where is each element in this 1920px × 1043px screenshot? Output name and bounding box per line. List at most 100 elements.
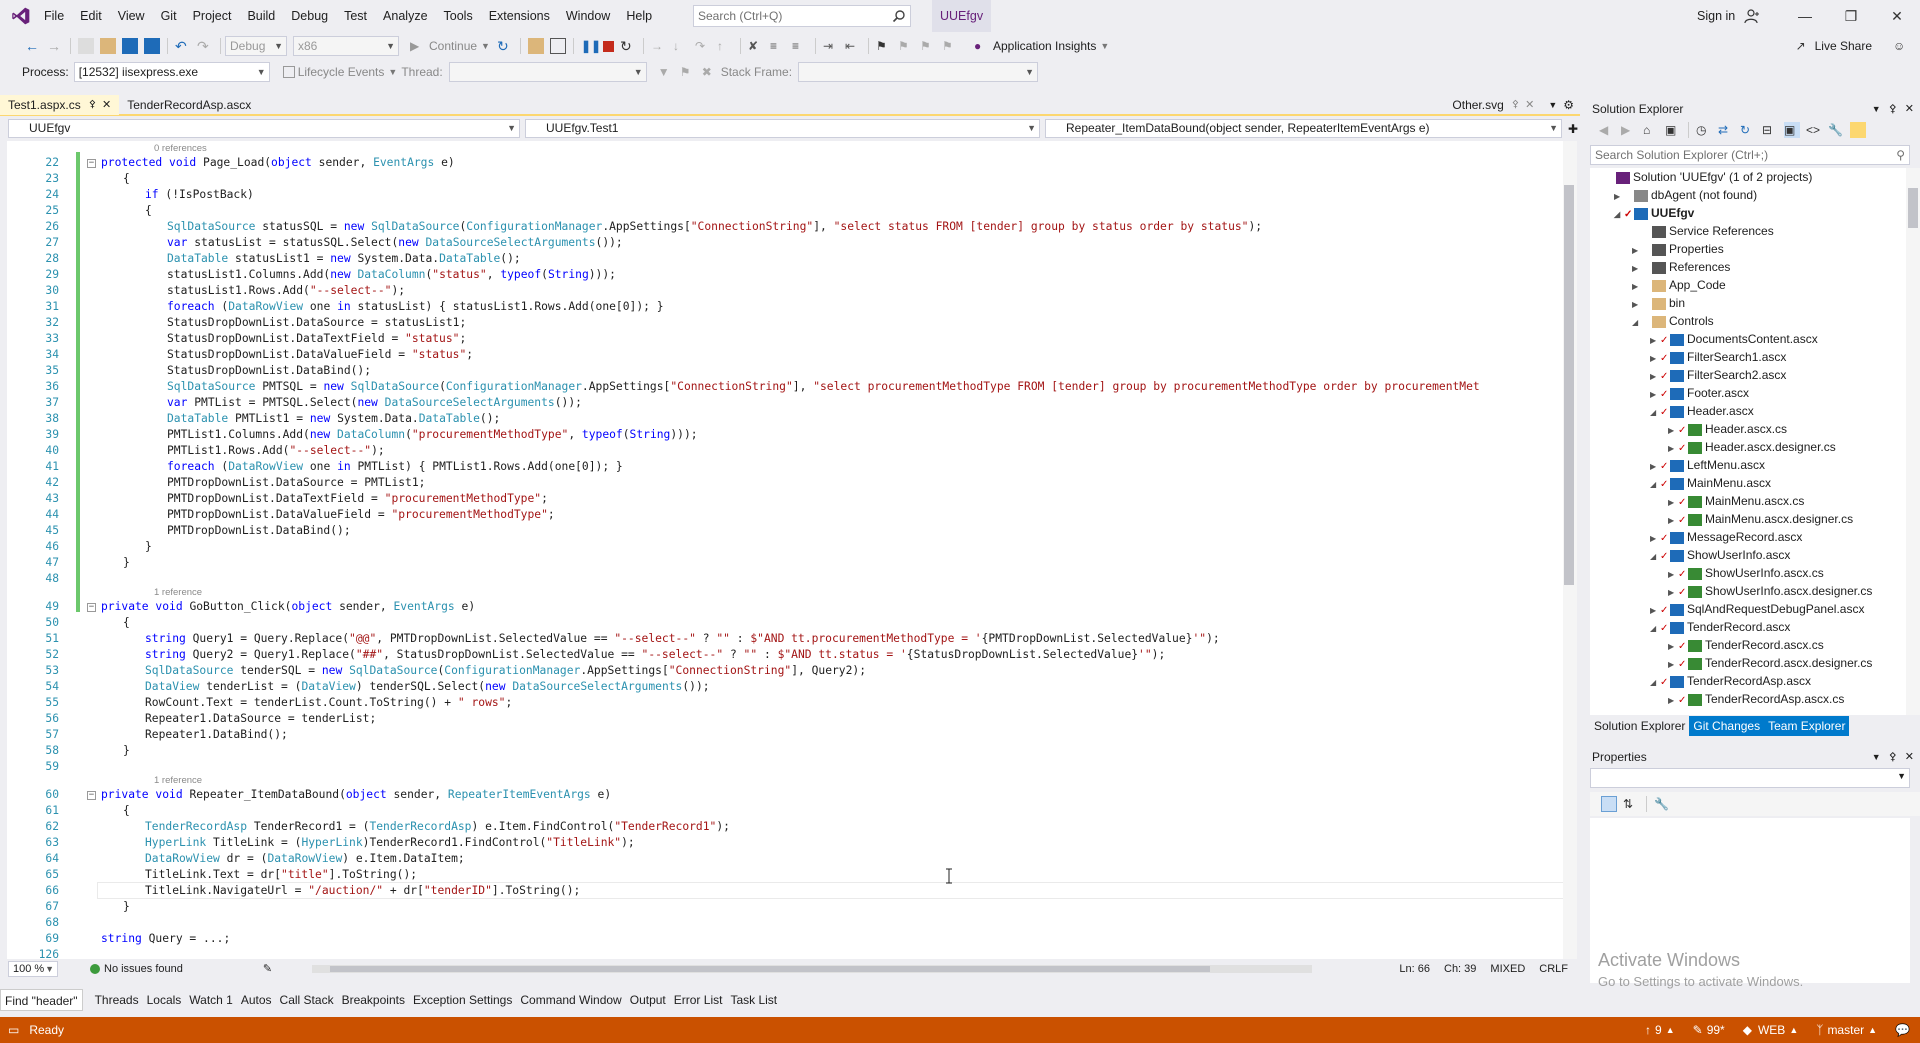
preview-icon[interactable]	[1850, 122, 1866, 138]
tab-error-list[interactable]: Error List	[670, 989, 727, 1011]
lifecycle-events-icon[interactable]	[282, 66, 295, 78]
fold-toggle-icon[interactable]: −	[87, 603, 96, 612]
scrollbar-thumb[interactable]	[330, 965, 1211, 972]
tab-task-list[interactable]: Task List	[726, 989, 781, 1011]
unpushed-count[interactable]: 9	[1655, 1023, 1662, 1037]
live-share-button[interactable]: Live Share	[1815, 39, 1872, 53]
menu-file[interactable]: File	[36, 0, 72, 32]
expand-toggle-icon[interactable]: ◢	[1650, 476, 1660, 494]
pin-icon[interactable]: ⚴	[1889, 100, 1897, 118]
pin-icon[interactable]: ⚴	[1889, 748, 1897, 766]
menu-git[interactable]: Git	[153, 0, 185, 32]
tree-node[interactable]: ▶ ✓ ShowUserInfo.ascx.designer.cs	[1668, 582, 1872, 600]
zoom-select[interactable]: 100 % ▼	[8, 960, 58, 977]
chevron-down-icon[interactable]: ▼	[1872, 100, 1881, 118]
solution-explorer-search-input[interactable]: Search Solution Explorer (Ctrl+;) ⚲	[1590, 145, 1910, 165]
hot-reload-icon[interactable]: ✘	[748, 38, 764, 54]
app-insights-button[interactable]: Application Insights	[993, 39, 1096, 53]
refresh-icon[interactable]: ↻	[497, 38, 513, 54]
feedback-icon[interactable]: ☺	[1893, 38, 1909, 54]
code-lens-references[interactable]: 0 references	[154, 143, 207, 155]
repo-name[interactable]: WEB	[1758, 1023, 1785, 1037]
tree-node[interactable]: ▶ ✓ LeftMenu.ascx	[1650, 456, 1765, 474]
tree-node[interactable]: ◢ ✓ MainMenu.ascx	[1650, 474, 1771, 492]
property-pages-icon[interactable]: 🔧	[1654, 796, 1670, 812]
browse-icon[interactable]	[527, 38, 544, 54]
member-select[interactable]: Repeater_ItemDataBound(object sender, Re…	[1045, 119, 1562, 138]
horizontal-scrollbar[interactable]	[312, 964, 1313, 973]
tab-locals[interactable]: Locals	[143, 989, 186, 1011]
restore-icon[interactable]: ❐	[1828, 0, 1874, 32]
sign-in-link[interactable]: Sign in	[1697, 0, 1735, 32]
bookmark-icon[interactable]: ⚑	[876, 38, 892, 54]
expand-toggle-icon[interactable]: ◢	[1632, 314, 1642, 332]
step-into-icon[interactable]: ↓	[673, 38, 689, 54]
flag-icon[interactable]: ⚑	[680, 64, 696, 80]
expand-toggle-icon[interactable]: ◢	[1650, 620, 1660, 638]
tree-node[interactable]: Solution 'UUEfgv' (1 of 2 projects)	[1596, 168, 1812, 186]
menu-view[interactable]: View	[110, 0, 153, 32]
save-icon[interactable]	[122, 38, 138, 54]
menu-build[interactable]: Build	[239, 0, 283, 32]
properties-icon[interactable]: 🔧	[1828, 122, 1844, 138]
tree-node[interactable]: ▶ ✓ Header.ascx.designer.cs	[1668, 438, 1836, 456]
outdent-icon[interactable]: ⇤	[845, 38, 861, 54]
pin-icon[interactable]: ⚴	[1512, 95, 1519, 115]
tree-node[interactable]: ▶ ✓ FilterSearch1.ascx	[1650, 348, 1786, 366]
expand-toggle-icon[interactable]: ◢	[1650, 548, 1660, 566]
menu-tools[interactable]: Tools	[436, 0, 481, 32]
scrollbar-thumb[interactable]	[1908, 188, 1918, 228]
tree-node[interactable]: ▶ ✓ FilterSearch2.ascx	[1650, 366, 1786, 384]
scrollbar-thumb[interactable]	[1564, 185, 1574, 585]
comment-icon[interactable]: ≡	[770, 38, 786, 54]
sync-icon[interactable]: ⇄	[1718, 122, 1734, 138]
tab-call-stack[interactable]: Call Stack	[276, 989, 338, 1011]
back-icon[interactable]: ←	[25, 38, 41, 54]
tab-solution-explorer[interactable]: Solution Explorer	[1590, 716, 1689, 736]
tree-node[interactable]: ▶ App_Code	[1632, 276, 1726, 294]
undo-icon[interactable]: ↶	[175, 38, 191, 54]
tab-watch-1[interactable]: Watch 1	[185, 989, 237, 1011]
filter-icon[interactable]: ▼	[658, 64, 674, 80]
minimize-icon[interactable]: —	[1782, 0, 1828, 32]
pending-changes-filter-icon[interactable]: ◷	[1696, 122, 1712, 138]
menu-help[interactable]: Help	[618, 0, 660, 32]
close-icon[interactable]: ✕	[1525, 95, 1534, 115]
tree-node[interactable]: ▶ ✓ SqlAndRequestDebugPanel.ascx	[1650, 600, 1864, 618]
tree-node[interactable]: ◢ ✓ TenderRecord.ascx	[1650, 618, 1790, 636]
tree-node[interactable]: ▶ ✓ DocumentsContent.ascx	[1650, 330, 1818, 348]
branch-name[interactable]: master	[1827, 1023, 1864, 1037]
alphabetical-icon[interactable]: ⇅	[1623, 796, 1639, 812]
indent-icon[interactable]: ⇥	[823, 38, 839, 54]
tab-autos[interactable]: Autos	[237, 989, 276, 1011]
menu-test[interactable]: Test	[336, 0, 375, 32]
open-folder-icon[interactable]	[100, 38, 116, 54]
tree-node[interactable]: ▶ ✓ Header.ascx.cs	[1668, 420, 1787, 438]
tab-command-window[interactable]: Command Window	[516, 989, 625, 1011]
view-code-icon[interactable]: <>	[1806, 122, 1822, 138]
stack-frame-select[interactable]: ▼	[798, 62, 1039, 82]
tree-node[interactable]: ▶ ✓ TenderRecord.ascx.designer.cs	[1668, 654, 1872, 672]
expand-toggle-icon[interactable]: ◢	[1650, 674, 1660, 692]
chevron-down-icon[interactable]: ▼	[1872, 748, 1881, 766]
tree-node[interactable]: ▶ ✓ TenderRecordAsp.ascx.cs	[1668, 690, 1844, 708]
menu-analyze[interactable]: Analyze	[375, 0, 435, 32]
expand-toggle-icon[interactable]: ◢	[1614, 206, 1624, 224]
clear-bookmarks-icon[interactable]: ⚑	[942, 38, 958, 54]
changes-count[interactable]: 99*	[1707, 1023, 1725, 1037]
pause-icon[interactable]: ❚❚	[581, 38, 601, 54]
code-lens-references[interactable]: 1 reference	[154, 587, 202, 599]
expand-toggle-icon[interactable]: ◢	[1650, 404, 1660, 422]
next-bookmark-icon[interactable]: ⚑	[920, 38, 936, 54]
tree-node[interactable]: ▶ ✓ MainMenu.ascx.designer.cs	[1668, 510, 1853, 528]
collapse-all-icon[interactable]: ⊟	[1762, 122, 1778, 138]
platform-select[interactable]: x86 ▼	[293, 36, 399, 56]
menu-debug[interactable]: Debug	[283, 0, 336, 32]
user-icon[interactable]	[1744, 8, 1760, 24]
step-over-icon[interactable]: ↷	[695, 38, 711, 54]
refresh-icon[interactable]: ↻	[1740, 122, 1756, 138]
switch-views-icon[interactable]: ▣	[1665, 122, 1681, 138]
switch-icon[interactable]: ✖	[702, 64, 718, 80]
close-icon[interactable]: ✕	[1874, 0, 1920, 32]
tab-output[interactable]: Output	[626, 989, 670, 1011]
